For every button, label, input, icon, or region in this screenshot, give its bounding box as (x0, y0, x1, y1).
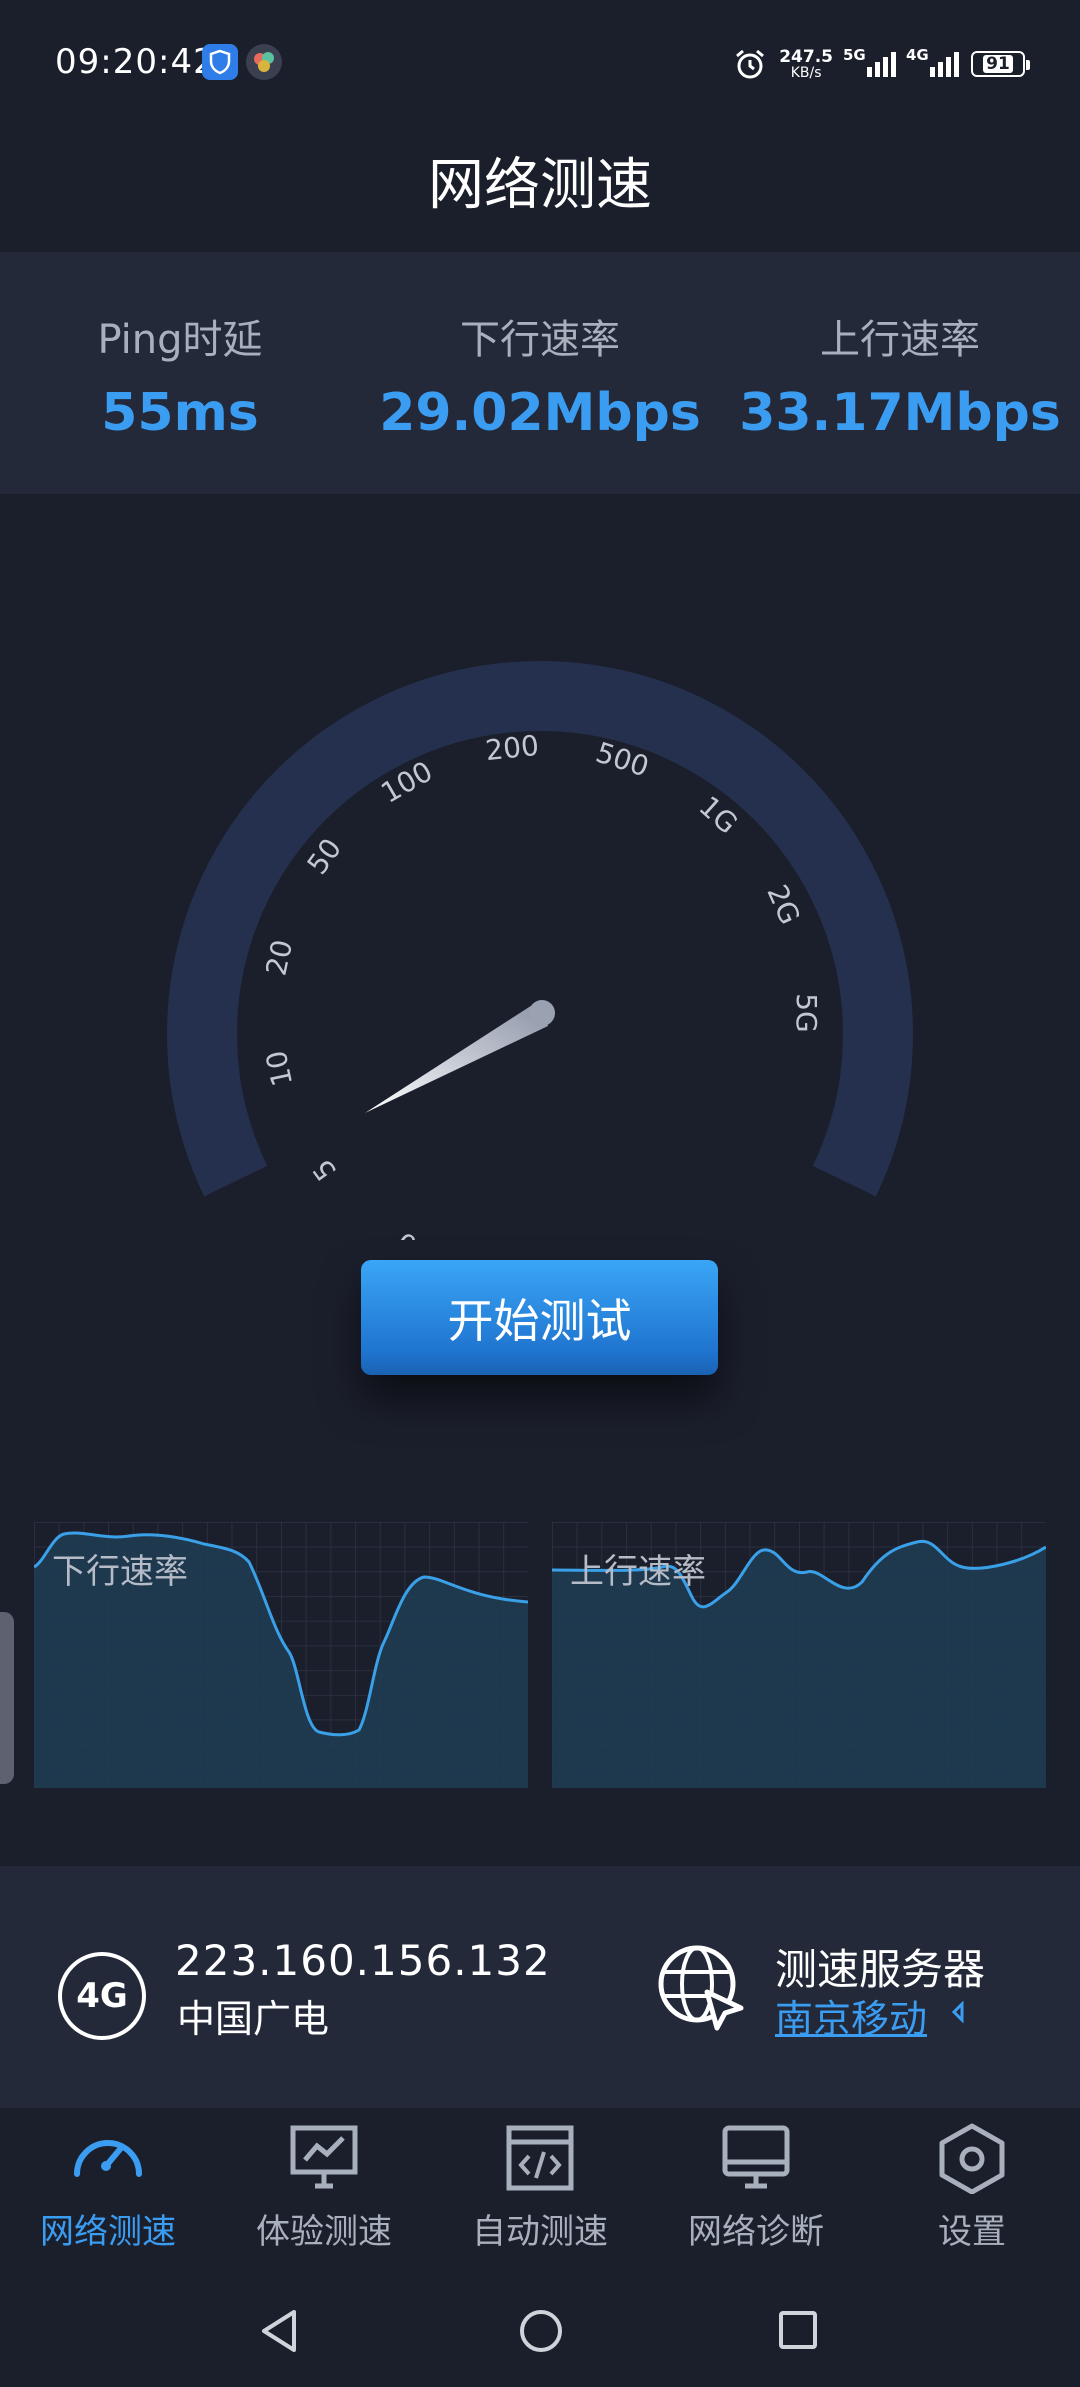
signal-icon (867, 51, 896, 77)
download-history-chart: 下行速率 (33, 1522, 529, 1788)
nav-label: 网络测速 (40, 2212, 176, 2252)
upload-value: 33.17Mbps (739, 383, 1061, 443)
desktop-icon (722, 2125, 790, 2189)
gauge-tick-label: 5 (306, 1153, 343, 1187)
net-speed: 247.5 KB/s (779, 46, 833, 81)
battery-icon: 91 (971, 51, 1030, 77)
nav-item-experience-test[interactable]: 体验测速 (216, 2108, 432, 2264)
signal-5g: 5G (843, 46, 896, 77)
stats-panel: Ping时延 55ms 下行速率 29.02Mbps 上行速率 33.17Mbp… (0, 252, 1080, 494)
home-icon[interactable] (518, 2308, 564, 2354)
start-test-button[interactable]: 开始测试 (361, 1260, 718, 1375)
net-speed-value: 247.5 (779, 46, 833, 67)
network-type-icon: 4G (58, 1952, 146, 2040)
stat-ping: Ping时延 55ms (0, 252, 360, 494)
gauge-tick-label: 2G (760, 880, 806, 930)
ping-label: Ping时延 (97, 317, 263, 363)
system-nav-bar (0, 2264, 1080, 2387)
gauge-tick-label: 0 (391, 1225, 423, 1240)
nav-label: 网络诊断 (688, 2212, 824, 2252)
upload-history-chart: 上行速率 (551, 1522, 1047, 1788)
gauge-tick-label: 20 (259, 937, 299, 979)
nav-label: 设置 (938, 2212, 1006, 2252)
page-title: 网络测速 (428, 153, 652, 218)
speed-gauge: 051020501002005001G2G5G (167, 660, 913, 1240)
nav-item-settings[interactable]: 设置 (864, 2108, 1080, 2264)
battery-level: 91 (983, 55, 1013, 73)
isp-name: 中国广电 (177, 1997, 330, 2041)
globe-cursor-icon (658, 1945, 744, 2031)
status-time: 09:20:42 (55, 42, 216, 82)
signal-4g: 4G (906, 46, 959, 77)
bottom-nav: 网络测速 体验测速 自动测速 网络诊断 设置 (0, 2108, 1080, 2264)
download-label: 下行速率 (460, 317, 620, 363)
back-icon[interactable] (258, 2308, 300, 2354)
gauge-tick-label: 10 (259, 1048, 299, 1090)
caret-left-icon[interactable] (950, 2001, 966, 2023)
stat-upload: 上行速率 33.17Mbps (720, 252, 1080, 494)
ping-value: 55ms (101, 383, 259, 443)
settings-hex-icon (939, 2123, 1005, 2194)
nav-item-speed-test[interactable]: 网络测速 (0, 2108, 216, 2264)
monitor-chart-icon (290, 2125, 358, 2189)
signal-4g-label: 4G (906, 45, 929, 64)
ip-address: 223.160.156.132 (175, 1936, 551, 1985)
signal-5g-label: 5G (843, 45, 866, 64)
app-icon (246, 44, 282, 80)
stat-download: 下行速率 29.02Mbps (360, 252, 720, 494)
nav-item-auto-test[interactable]: 自动测速 (432, 2108, 648, 2264)
gauge-tick-label: 200 (484, 729, 541, 767)
upload-label: 上行速率 (820, 317, 980, 363)
nav-item-diagnosis[interactable]: 网络诊断 (648, 2108, 864, 2264)
download-value: 29.02Mbps (379, 383, 701, 443)
gauge-arc (167, 660, 913, 1197)
signal-icon (930, 51, 959, 77)
upload-chart-title: 上行速率 (570, 1552, 706, 1592)
gauge-tick-label: 50 (301, 832, 349, 880)
side-drawer-handle[interactable] (0, 1612, 14, 1784)
alarm-icon (736, 49, 765, 79)
status-right-group: 247.5 KB/s 5G 4G 91 (733, 44, 1030, 84)
server-name-link[interactable]: 南京移动 (775, 1988, 927, 2043)
shield-icon (202, 44, 238, 80)
recents-icon[interactable] (778, 2310, 818, 2350)
speedometer-icon (74, 2140, 142, 2177)
nav-label: 自动测速 (472, 2212, 608, 2252)
status-bar: 09:20:42 247.5 KB/s 5G 4G 91 (0, 0, 1080, 125)
gauge-tick-labels: 051020501002005001G2G5G (259, 729, 823, 1240)
gauge-tick-label: 5G (790, 993, 823, 1033)
code-window-icon (506, 2125, 574, 2191)
nav-label: 体验测速 (256, 2212, 392, 2252)
gauge-needle (365, 1000, 555, 1113)
download-chart-title: 下行速率 (52, 1552, 188, 1592)
net-speed-unit: KB/s (790, 64, 822, 81)
